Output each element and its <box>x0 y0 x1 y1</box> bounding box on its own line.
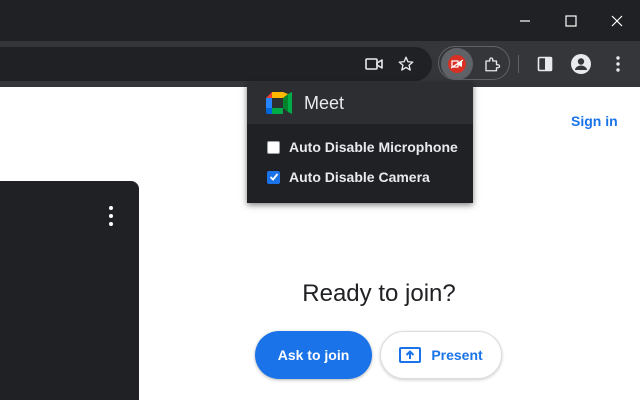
address-bar[interactable] <box>0 47 432 81</box>
checkmark-icon <box>269 173 278 181</box>
ask-to-join-button[interactable]: Ask to join <box>255 331 372 379</box>
meet-extension-button[interactable] <box>441 48 473 80</box>
bookmark-star-icon <box>398 56 414 71</box>
toolbar-separator <box>518 55 519 73</box>
present-label: Present <box>431 347 483 363</box>
browser-toolbar <box>0 41 640 87</box>
title-bar <box>0 0 640 41</box>
popup-header: Meet <box>247 82 473 124</box>
popup-title: Meet <box>304 93 345 113</box>
sign-in-link[interactable]: Sign in <box>571 113 618 129</box>
camera-checkbox[interactable] <box>267 170 280 184</box>
profile-icon <box>571 54 591 74</box>
camera-icon <box>365 58 383 70</box>
extension-popup: Meet Auto Disable Microphone Auto Disabl… <box>247 82 473 203</box>
browser-menu-button[interactable] <box>603 49 633 79</box>
option-label: Auto Disable Camera <box>289 169 430 185</box>
more-options-dot <box>109 214 113 218</box>
meet-logo-icon <box>266 92 292 114</box>
maximize-icon <box>565 14 577 27</box>
side-panel-button[interactable] <box>530 49 560 79</box>
extensions-button[interactable] <box>477 49 507 79</box>
camera-status-button[interactable] <box>359 49 389 79</box>
close-icon <box>611 15 623 26</box>
minimize-icon <box>520 19 530 22</box>
close-button[interactable] <box>594 0 640 41</box>
maximize-button[interactable] <box>548 0 594 41</box>
option-microphone[interactable]: Auto Disable Microphone <box>267 137 458 157</box>
side-panel-icon <box>537 56 553 72</box>
more-options-icon <box>109 206 113 210</box>
bookmark-button[interactable] <box>391 49 421 79</box>
puzzle-icon <box>485 57 501 72</box>
present-icon <box>399 347 422 363</box>
more-options-dot <box>109 222 113 226</box>
option-label: Auto Disable Microphone <box>289 139 458 155</box>
ready-heading: Ready to join? <box>302 280 456 307</box>
profile-button[interactable] <box>566 49 596 79</box>
menu-dots-icon <box>616 56 620 72</box>
minimize-button[interactable] <box>502 0 548 41</box>
present-button[interactable]: Present <box>380 331 502 379</box>
more-options-button[interactable] <box>104 206 118 226</box>
extension-icon <box>448 55 466 73</box>
video-preview <box>0 181 139 400</box>
option-camera[interactable]: Auto Disable Camera <box>267 167 430 187</box>
microphone-checkbox[interactable] <box>267 140 280 154</box>
